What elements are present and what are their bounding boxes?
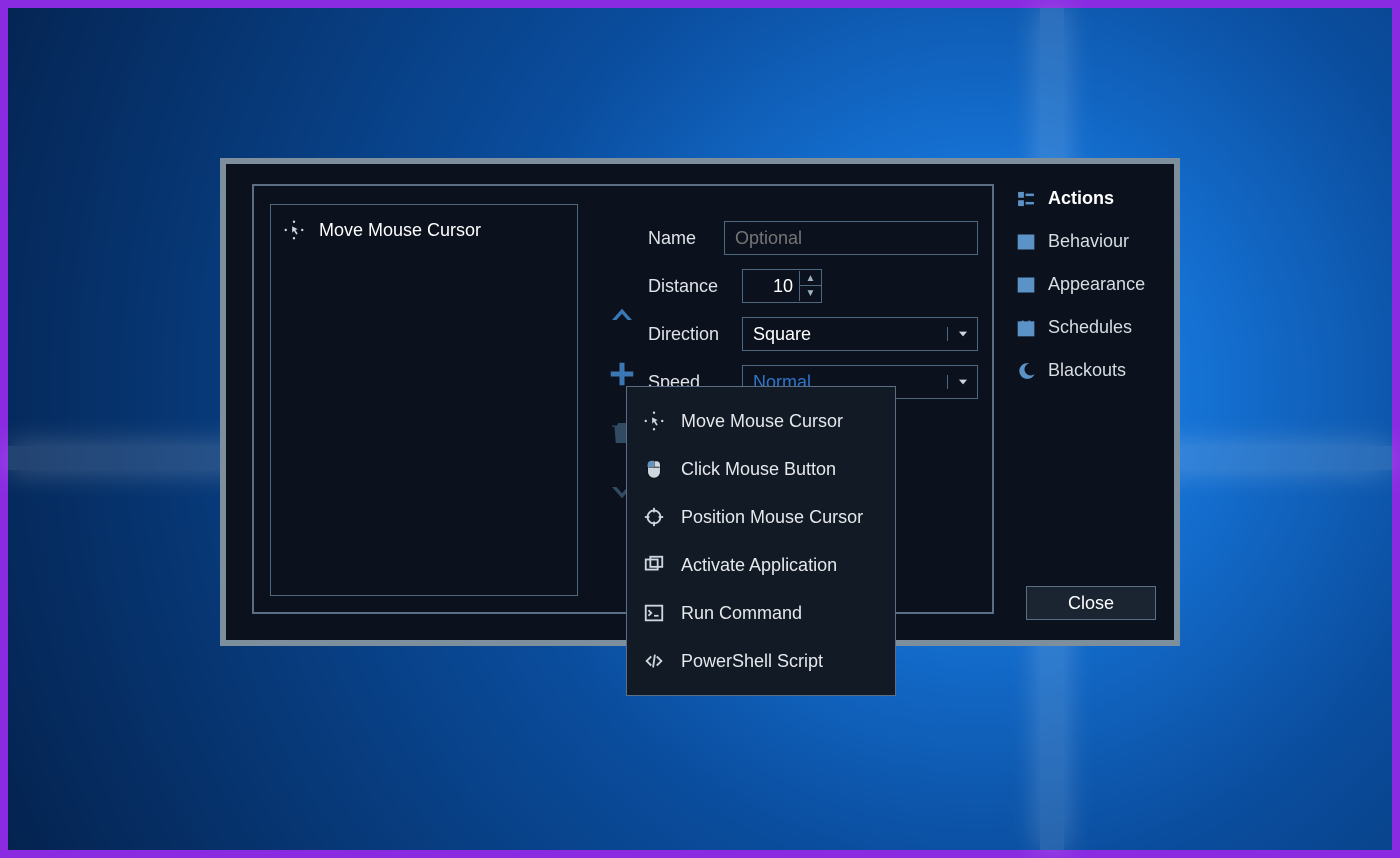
menu-item-label: Run Command	[681, 603, 802, 624]
add-action-menu: Move Mouse Cursor Click Mouse Button Pos…	[626, 386, 896, 696]
direction-label: Direction	[648, 324, 742, 345]
menu-item-label: Position Mouse Cursor	[681, 507, 863, 528]
action-list-item-label: Move Mouse Cursor	[319, 220, 481, 241]
tab-schedules[interactable]: Schedules	[1016, 317, 1156, 338]
actions-icon	[1016, 189, 1036, 209]
distance-stepper[interactable]: 10 ▲ ▼	[742, 269, 822, 303]
move-cursor-icon	[283, 219, 305, 241]
terminal-icon	[643, 602, 665, 624]
menu-item-activate-application[interactable]: Activate Application	[627, 541, 895, 589]
menu-item-run-command[interactable]: Run Command	[627, 589, 895, 637]
appearance-icon	[1016, 275, 1036, 295]
menu-item-label: Click Mouse Button	[681, 459, 836, 480]
schedules-icon	[1016, 318, 1036, 338]
menu-item-label: PowerShell Script	[681, 651, 823, 672]
chevron-down-icon	[947, 375, 977, 389]
distance-label: Distance	[648, 276, 742, 297]
menu-item-move-mouse-cursor[interactable]: Move Mouse Cursor	[627, 397, 895, 445]
tab-label: Actions	[1048, 188, 1114, 209]
menu-item-label: Move Mouse Cursor	[681, 411, 843, 432]
name-input[interactable]	[724, 221, 978, 255]
code-icon	[643, 650, 665, 672]
behaviour-icon	[1016, 232, 1036, 252]
crosshair-icon	[643, 506, 665, 528]
name-label: Name	[648, 228, 724, 249]
mouse-click-icon	[643, 458, 665, 480]
close-button[interactable]: Close	[1026, 586, 1156, 620]
menu-item-click-mouse-button[interactable]: Click Mouse Button	[627, 445, 895, 493]
chevron-down-icon	[947, 327, 977, 341]
windows-icon	[643, 554, 665, 576]
tab-blackouts[interactable]: Blackouts	[1016, 360, 1156, 381]
tab-label: Behaviour	[1048, 231, 1129, 252]
menu-item-powershell-script[interactable]: PowerShell Script	[627, 637, 895, 685]
tab-label: Appearance	[1048, 274, 1145, 295]
move-up-icon[interactable]	[607, 300, 637, 335]
stepper-up-icon[interactable]: ▲	[799, 271, 821, 286]
action-list[interactable]: Move Mouse Cursor	[270, 204, 578, 596]
tab-label: Schedules	[1048, 317, 1132, 338]
menu-item-label: Activate Application	[681, 555, 837, 576]
move-cursor-icon	[643, 410, 665, 432]
stepper-down-icon[interactable]: ▼	[799, 286, 821, 301]
action-properties-form: Name Distance 10 ▲ ▼ Direction	[648, 214, 978, 406]
direction-select[interactable]: Square	[742, 317, 978, 351]
direction-value: Square	[743, 324, 947, 345]
side-tabs: Actions Behaviour Appearance Schedules B…	[1016, 188, 1156, 381]
tab-actions[interactable]: Actions	[1016, 188, 1156, 209]
tab-appearance[interactable]: Appearance	[1016, 274, 1156, 295]
menu-item-position-mouse-cursor[interactable]: Position Mouse Cursor	[627, 493, 895, 541]
action-list-item[interactable]: Move Mouse Cursor	[283, 219, 565, 241]
distance-value: 10	[743, 276, 799, 297]
tab-label: Blackouts	[1048, 360, 1126, 381]
blackouts-icon	[1016, 361, 1036, 381]
tab-behaviour[interactable]: Behaviour	[1016, 231, 1156, 252]
